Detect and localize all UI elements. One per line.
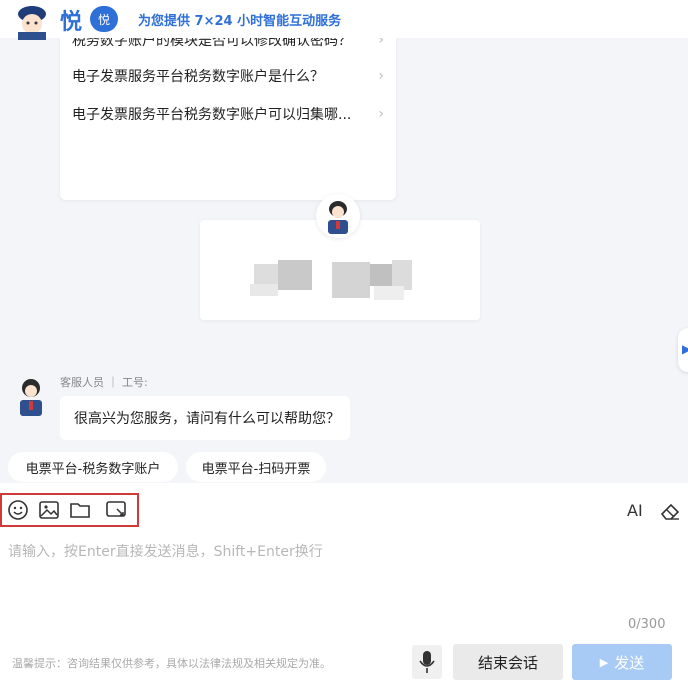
- faq-item-text: 电子发票服务平台税务数字账户可以归集哪...: [72, 107, 352, 123]
- brand-badge: 悦: [90, 6, 118, 32]
- send-arrow-icon: ▶: [599, 655, 609, 669]
- end-session-button[interactable]: 结束会话: [453, 644, 563, 680]
- voice-button[interactable]: [412, 645, 442, 679]
- screenshot-icon[interactable]: [104, 498, 128, 522]
- char-counter: 0/300: [628, 617, 666, 632]
- send-label: 发送: [614, 653, 645, 672]
- microphone-icon: [419, 651, 435, 673]
- mascot-avatar-icon: [18, 6, 46, 40]
- eraser-icon[interactable]: [658, 499, 682, 523]
- image-icon[interactable]: [37, 498, 61, 522]
- message-list[interactable]: 税务数字账户的模块是否可以修改确认密码？ › 电子发票服务平台税务数字账户是什么…: [0, 38, 688, 483]
- service-slogan: 为您提供 7×24 小时智能互动服务: [138, 14, 342, 29]
- quick-reply-button[interactable]: 电票平台-扫码开票: [186, 452, 326, 482]
- folder-icon[interactable]: [68, 498, 92, 522]
- disclaimer-tip: 温馨提示：咨询结果仅供参考，具体以法律法规及相关规定为准。: [12, 657, 331, 670]
- emoji-icon[interactable]: [6, 498, 30, 522]
- chevron-right-icon: ▶: [682, 342, 688, 356]
- faq-item[interactable]: 电子发票服务平台税务数字账户是什么？ ›: [72, 64, 384, 88]
- ai-assist-button[interactable]: AI: [627, 501, 643, 520]
- faq-item-text: 税务数字账户的模块是否可以修改确认密码？: [72, 38, 352, 49]
- message-input[interactable]: 请输入，按Enter直接发送消息，Shift+Enter换行: [8, 541, 323, 561]
- chevron-right-icon: ›: [378, 106, 384, 122]
- brand-name: 悦: [60, 9, 83, 35]
- faq-item[interactable]: 电子发票服务平台税务数字账户可以归集哪... ›: [72, 102, 384, 126]
- side-panel-toggle[interactable]: ▶: [678, 328, 688, 372]
- faq-item[interactable]: 税务数字账户的模块是否可以修改确认密码？ ›: [72, 38, 384, 52]
- send-button[interactable]: ▶ 发送: [572, 644, 672, 680]
- composer-panel: AI 请输入，按Enter直接发送消息，Shift+Enter换行 0/300 …: [0, 483, 688, 685]
- header-bar: 悦 悦 为您提供 7×24 小时智能互动服务: [0, 0, 688, 40]
- agent-avatar: [316, 194, 360, 238]
- agent-greeting-bubble: 很高兴为您服务，请问有什么可以帮助您？: [60, 396, 350, 440]
- agent-meta: 客服人员 ｜ 工号:: [60, 376, 148, 389]
- quick-reply-button[interactable]: 电票平台-税务数字账户: [8, 452, 178, 482]
- agent-avatar: [20, 379, 42, 416]
- chevron-right-icon: ›: [378, 68, 384, 84]
- faq-item-text: 电子发票服务平台税务数字账户是什么？: [72, 69, 324, 85]
- chevron-right-icon: ›: [378, 38, 384, 48]
- faq-card: 税务数字账户的模块是否可以修改确认密码？ › 电子发票服务平台税务数字账户是什么…: [60, 38, 396, 200]
